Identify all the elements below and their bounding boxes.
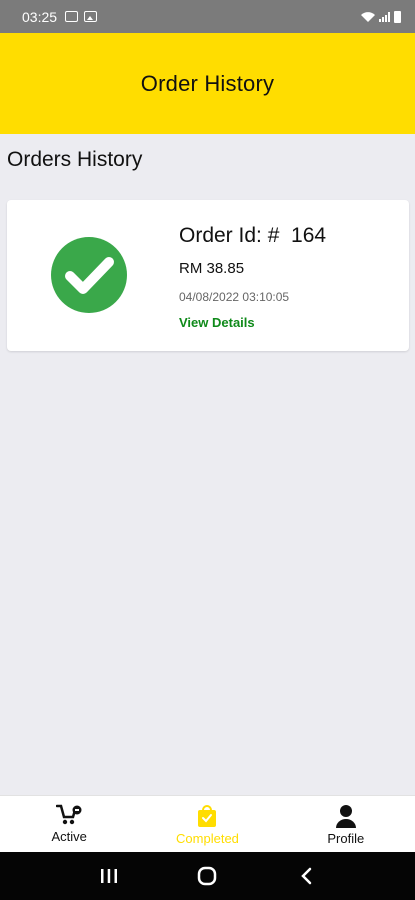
nav-tab-active[interactable]: Active <box>0 796 138 852</box>
app-header: Order History <box>0 33 415 134</box>
gallery-icon <box>84 11 98 22</box>
home-icon <box>198 866 217 886</box>
nav-label-profile: Profile <box>327 831 365 846</box>
order-amount: RM 38.85 <box>179 260 245 277</box>
view-details-link[interactable]: View Details <box>179 315 255 330</box>
recent-apps-icon <box>101 869 118 883</box>
nav-label-completed: Completed <box>176 831 239 846</box>
recent-apps-button[interactable] <box>94 861 124 891</box>
person-icon <box>335 805 356 828</box>
order-id: Order Id: # 164 <box>179 224 327 247</box>
status-bar: 03:25 <box>0 0 415 33</box>
nav-tab-profile[interactable]: Profile <box>277 796 415 852</box>
nav-label-active: Active <box>51 829 87 844</box>
check-circle-icon <box>51 237 127 313</box>
order-card[interactable]: Order Id: # 164 RM 38.85 04/08/2022 03:1… <box>7 200 409 351</box>
wifi-icon <box>361 11 375 22</box>
notification-icon <box>65 11 79 22</box>
status-time: 03:25 <box>22 8 58 25</box>
signal-icon <box>379 11 390 22</box>
battery-icon <box>394 10 401 23</box>
home-button[interactable] <box>192 861 222 891</box>
shopping-bag-icon <box>198 805 217 827</box>
back-button[interactable] <box>291 861 321 891</box>
cart-icon <box>56 804 82 825</box>
bottom-nav: Active Completed Profile <box>0 795 415 852</box>
section-title: Orders History <box>7 148 143 171</box>
page-title: Order History <box>140 70 275 96</box>
nav-tab-completed[interactable]: Completed <box>138 796 276 852</box>
order-date: 04/08/2022 03:10:05 <box>179 290 290 304</box>
back-icon <box>301 867 312 885</box>
system-nav-bar <box>0 852 415 900</box>
